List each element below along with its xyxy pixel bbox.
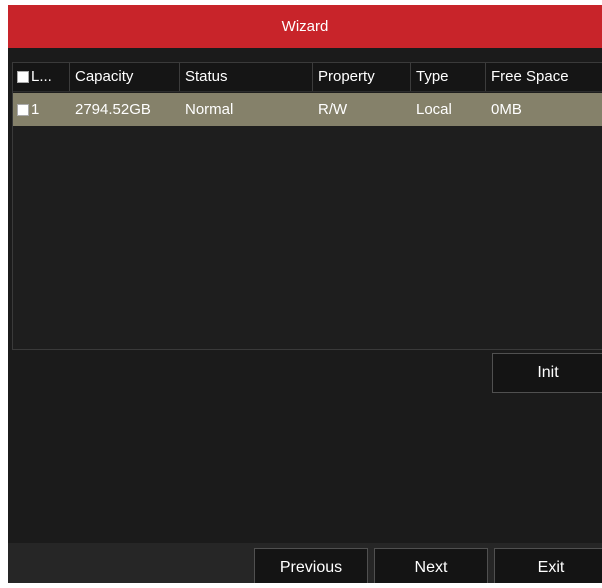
window-title: Wizard xyxy=(281,18,329,35)
table-header: L... Capacity Status Property Type Free … xyxy=(13,63,602,92)
header-free-space[interactable]: Free Space xyxy=(486,63,602,91)
header-capacity[interactable]: Capacity xyxy=(70,63,180,91)
previous-button[interactable]: Previous xyxy=(254,548,368,583)
disk-table: L... Capacity Status Property Type Free … xyxy=(12,62,602,350)
init-button[interactable]: Init xyxy=(492,353,602,393)
property-cell: R/W xyxy=(318,101,348,118)
next-button[interactable]: Next xyxy=(374,548,488,583)
wizard-window: Wizard L... Capacity Status Property Typ… xyxy=(8,5,602,583)
header-type[interactable]: Type xyxy=(411,63,486,91)
table-row[interactable]: 1 2794.52GB Normal R/W Local 0MB xyxy=(13,93,602,126)
row-checkbox[interactable] xyxy=(17,104,29,117)
type-cell: Local xyxy=(416,101,452,118)
select-all-checkbox[interactable] xyxy=(17,71,29,84)
capacity-cell: 2794.52GB xyxy=(75,101,151,118)
status-cell: Normal xyxy=(185,101,234,118)
exit-button[interactable]: Exit xyxy=(494,548,602,583)
header-property[interactable]: Property xyxy=(313,63,411,91)
header-status[interactable]: Status xyxy=(180,63,313,91)
header-label-column[interactable]: L... xyxy=(13,63,70,91)
free-space-cell: 0MB xyxy=(491,101,522,118)
title-bar: Wizard xyxy=(8,5,602,48)
row-label-cell: 1 xyxy=(13,93,70,126)
